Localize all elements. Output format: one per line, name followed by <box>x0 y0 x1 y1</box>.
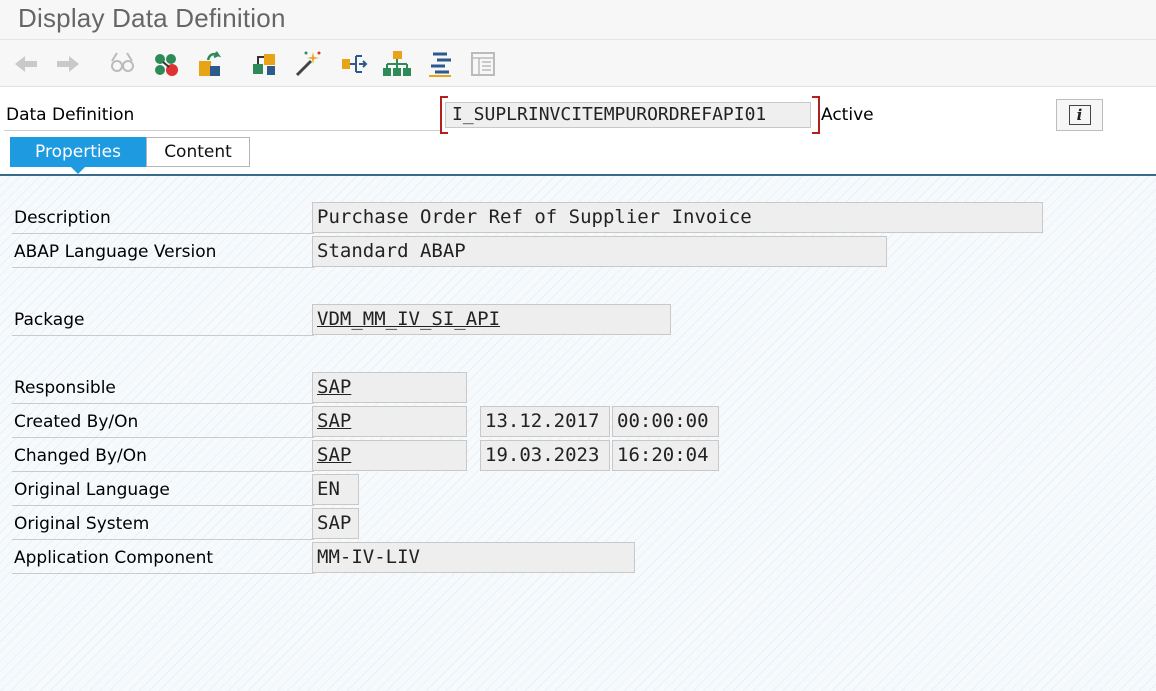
language-version-row: ABAP Language Version Standard ABAP <box>12 236 1152 270</box>
label-underline <box>12 403 314 404</box>
package-row: Package VDM_MM_IV_SI_API <box>12 304 1152 338</box>
label-underline <box>12 437 314 438</box>
info-icon: i <box>1068 105 1091 125</box>
active-tab-pointer <box>71 167 85 174</box>
changed-time-field[interactable]: 16:20:04 <box>612 440 719 471</box>
original-system-field[interactable]: SAP <box>312 508 359 539</box>
data-definition-label: Data Definition <box>6 105 135 125</box>
description-row: Description Purchase Order Ref of Suppli… <box>12 202 1152 236</box>
changed-row: Changed By/On SAP 19.03.2023 16:20:04 <box>12 440 1152 474</box>
original-system-label: Original System <box>14 514 150 534</box>
responsible-label: Responsible <box>14 378 116 398</box>
created-label: Created By/On <box>14 412 139 432</box>
application-component-label: Application Component <box>14 548 214 568</box>
label-underline <box>12 267 314 268</box>
created-row: Created By/On SAP 13.12.2017 00:00:00 <box>12 406 1152 440</box>
original-language-row: Original Language EN <box>12 474 1152 508</box>
package-label: Package <box>14 310 85 330</box>
application-component-field[interactable]: MM-IV-LIV <box>312 542 635 573</box>
layout-icon[interactable] <box>467 48 499 80</box>
created-time-field[interactable]: 00:00:00 <box>612 406 719 437</box>
other-object-icon[interactable] <box>150 48 182 80</box>
label-underline <box>12 505 314 506</box>
label-underline <box>12 233 314 234</box>
data-definition-input[interactable]: I_SUPLRINVCITEMPURORDREFAPI01 <box>445 102 811 128</box>
activate-icon[interactable] <box>195 48 227 80</box>
application-toolbar <box>0 40 1156 87</box>
responsible-link[interactable]: SAP <box>312 372 467 403</box>
data-definition-field[interactable]: I_SUPLRINVCITEMPURORDREFAPI01 <box>440 96 820 134</box>
status-text: Active <box>821 105 874 125</box>
forward-arrow-icon[interactable] <box>52 48 84 80</box>
language-version-label: ABAP Language Version <box>14 242 217 262</box>
hierarchy-icon[interactable] <box>381 48 413 80</box>
back-arrow-icon[interactable] <box>10 48 42 80</box>
magic-wand-icon[interactable] <box>292 48 324 80</box>
responsible-row: Responsible SAP <box>12 372 1152 406</box>
display-change-glasses-icon[interactable] <box>106 48 138 80</box>
tab-properties[interactable]: Properties <box>10 137 146 167</box>
changed-date-field[interactable]: 19.03.2023 <box>480 440 610 471</box>
label-underline <box>12 471 314 472</box>
tab-content[interactable]: Content <box>146 137 250 167</box>
created-date-field[interactable]: 13.12.2017 <box>480 406 610 437</box>
field-bracket-right <box>812 96 820 134</box>
where-used-list-icon[interactable] <box>248 48 280 80</box>
header-row: Data Definition I_SUPLRINVCITEMPURORDREF… <box>0 88 1156 136</box>
description-field[interactable]: Purchase Order Ref of Supplier Invoice <box>312 202 1043 233</box>
info-button[interactable]: i <box>1056 99 1103 131</box>
label-underline <box>12 335 314 336</box>
outline-icon[interactable] <box>424 48 456 80</box>
package-link[interactable]: VDM_MM_IV_SI_API <box>312 304 671 335</box>
label-underline <box>12 539 314 540</box>
properties-panel: Description Purchase Order Ref of Suppli… <box>0 176 1156 691</box>
changed-by-link[interactable]: SAP <box>312 440 467 471</box>
changed-label: Changed By/On <box>14 446 147 466</box>
label-underline <box>12 573 314 574</box>
navigate-icon[interactable] <box>338 48 370 80</box>
application-component-row: Application Component MM-IV-LIV <box>12 542 1152 576</box>
created-by-link[interactable]: SAP <box>312 406 467 437</box>
original-language-label: Original Language <box>14 480 170 500</box>
window-title: Display Data Definition <box>18 3 286 33</box>
language-version-field[interactable]: Standard ABAP <box>312 236 887 267</box>
original-language-field[interactable]: EN <box>312 474 359 505</box>
description-label: Description <box>14 208 111 228</box>
header-label-underline <box>4 130 440 131</box>
title-bar: Display Data Definition <box>0 0 1156 40</box>
original-system-row: Original System SAP <box>12 508 1152 542</box>
